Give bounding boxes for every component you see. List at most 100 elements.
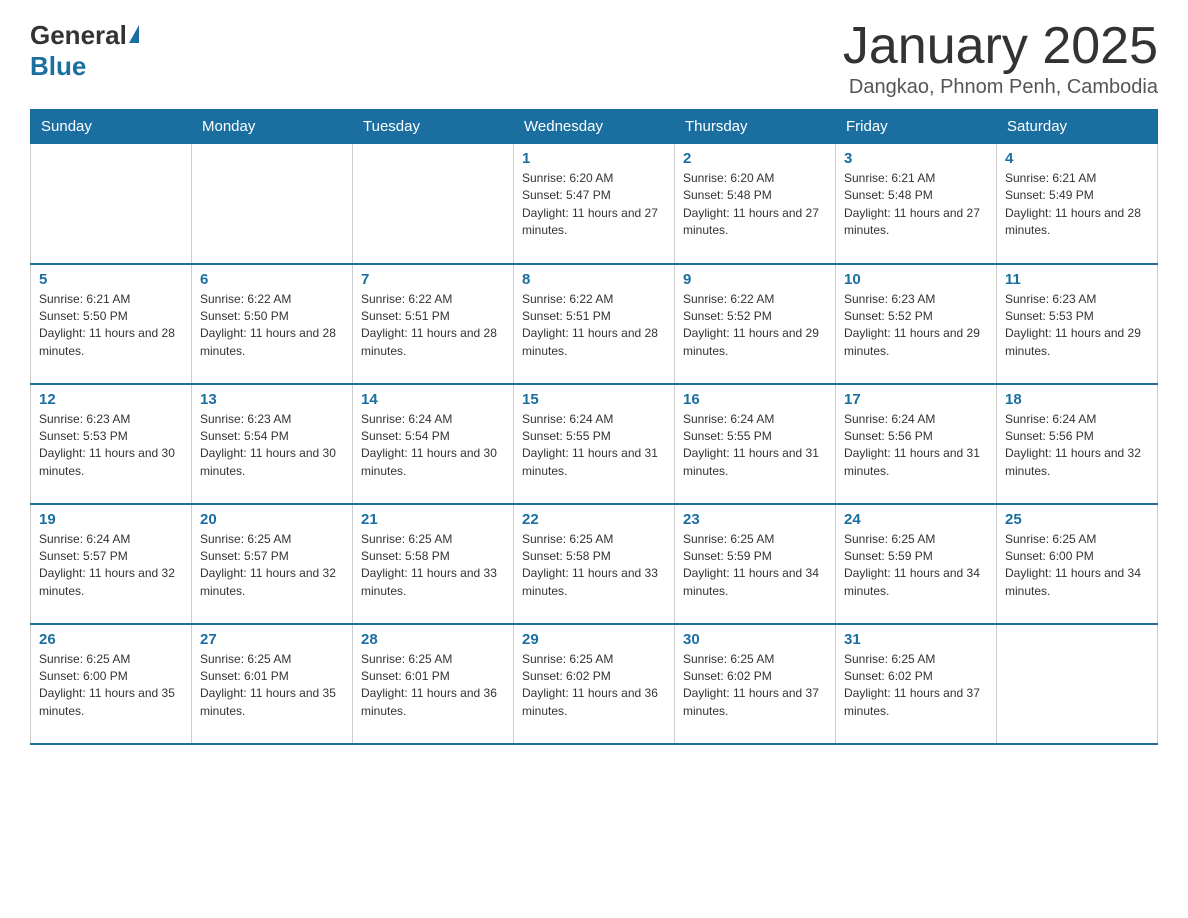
day-info: Sunrise: 6:20 AM Sunset: 5:48 PM Dayligh… [683,170,827,240]
calendar-cell: 10Sunrise: 6:23 AM Sunset: 5:52 PM Dayli… [836,264,997,384]
calendar-cell: 1 Sunrise: 6:20 AM Sunset: 5:47 PM Daylig… [514,144,675,264]
logo-general-text: General [30,20,127,51]
calendar-cell: 27 Sunrise: 6:25 AM Sunset: 6:01 PM Dayli… [192,624,353,744]
day-info: Sunrise: 6:25 AM Sunset: 6:02 PM Dayligh… [844,651,988,721]
calendar-cell: 11Sunrise: 6:23 AM Sunset: 5:53 PM Dayli… [997,264,1158,384]
day-number: 1 [522,150,666,167]
day-info: Sunrise: 6:24 AM Sunset: 5:56 PM Dayligh… [844,411,988,481]
calendar-cell [997,624,1158,744]
calendar-cell: 12 Sunrise: 6:23 AM Sunset: 5:53 PM Dayli… [31,384,192,504]
day-info: Sunrise: 6:24 AM Sunset: 5:55 PM Dayligh… [683,411,827,481]
calendar-cell: 6Sunrise: 6:22 AM Sunset: 5:50 PM Daylig… [192,264,353,384]
day-number: 23 [683,511,827,528]
day-of-week-header: Tuesday [353,110,514,144]
day-number: 8 [522,271,666,288]
calendar-week-row: 12 Sunrise: 6:23 AM Sunset: 5:53 PM Dayli… [31,384,1158,504]
calendar-cell [31,144,192,264]
calendar-week-row: 19 Sunrise: 6:24 AM Sunset: 5:57 PM Dayli… [31,504,1158,624]
calendar-cell: 9 Sunrise: 6:22 AM Sunset: 5:52 PM Daylig… [675,264,836,384]
calendar-cell: 7 Sunrise: 6:22 AM Sunset: 5:51 PM Daylig… [353,264,514,384]
calendar-cell: 20Sunrise: 6:25 AM Sunset: 5:57 PM Dayli… [192,504,353,624]
day-info: Sunrise: 6:21 AM Sunset: 5:50 PM Dayligh… [39,291,183,361]
day-number: 27 [200,631,344,648]
day-number: 19 [39,511,183,528]
day-of-week-header: Sunday [31,110,192,144]
calendar-header-row: SundayMondayTuesdayWednesdayThursdayFrid… [31,110,1158,144]
day-number: 13 [200,391,344,408]
day-of-week-header: Thursday [675,110,836,144]
day-of-week-header: Saturday [997,110,1158,144]
day-number: 14 [361,391,505,408]
calendar-week-row: 1 Sunrise: 6:20 AM Sunset: 5:47 PM Daylig… [31,144,1158,264]
calendar-cell: 18Sunrise: 6:24 AM Sunset: 5:56 PM Dayli… [997,384,1158,504]
day-number: 15 [522,391,666,408]
calendar-cell: 19 Sunrise: 6:24 AM Sunset: 5:57 PM Dayli… [31,504,192,624]
day-info: Sunrise: 6:25 AM Sunset: 5:59 PM Dayligh… [683,531,827,601]
calendar-cell: 29Sunrise: 6:25 AM Sunset: 6:02 PM Dayli… [514,624,675,744]
day-number: 24 [844,511,988,528]
calendar-cell: 3 Sunrise: 6:21 AM Sunset: 5:48 PM Daylig… [836,144,997,264]
day-number: 20 [200,511,344,528]
day-number: 29 [522,631,666,648]
day-info: Sunrise: 6:22 AM Sunset: 5:51 PM Dayligh… [361,291,505,361]
day-number: 16 [683,391,827,408]
day-info: Sunrise: 6:25 AM Sunset: 6:02 PM Dayligh… [683,651,827,721]
calendar-cell: 23 Sunrise: 6:25 AM Sunset: 5:59 PM Dayli… [675,504,836,624]
day-number: 22 [522,511,666,528]
calendar-cell: 24Sunrise: 6:25 AM Sunset: 5:59 PM Dayli… [836,504,997,624]
day-info: Sunrise: 6:21 AM Sunset: 5:48 PM Dayligh… [844,170,988,240]
calendar-cell: 15 Sunrise: 6:24 AM Sunset: 5:55 PM Dayli… [514,384,675,504]
calendar-cell: 4 Sunrise: 6:21 AM Sunset: 5:49 PM Daylig… [997,144,1158,264]
calendar-week-row: 5 Sunrise: 6:21 AM Sunset: 5:50 PM Daylig… [31,264,1158,384]
calendar-cell: 2Sunrise: 6:20 AM Sunset: 5:48 PM Daylig… [675,144,836,264]
day-number: 25 [1005,511,1149,528]
calendar-cell [192,144,353,264]
day-number: 12 [39,391,183,408]
month-year-title: January 2025 [843,20,1158,72]
day-number: 9 [683,271,827,288]
day-number: 5 [39,271,183,288]
day-info: Sunrise: 6:25 AM Sunset: 5:58 PM Dayligh… [522,531,666,601]
day-info: Sunrise: 6:24 AM Sunset: 5:57 PM Dayligh… [39,531,183,601]
calendar-cell: 30 Sunrise: 6:25 AM Sunset: 6:02 PM Dayli… [675,624,836,744]
day-info: Sunrise: 6:20 AM Sunset: 5:47 PM Dayligh… [522,170,666,240]
day-number: 7 [361,271,505,288]
calendar-cell: 25Sunrise: 6:25 AM Sunset: 6:00 PM Dayli… [997,504,1158,624]
day-info: Sunrise: 6:23 AM Sunset: 5:54 PM Dayligh… [200,411,344,481]
header: General Blue January 2025 Dangkao, Phnom… [30,20,1158,99]
calendar-cell: 13 Sunrise: 6:23 AM Sunset: 5:54 PM Dayli… [192,384,353,504]
day-info: Sunrise: 6:24 AM Sunset: 5:54 PM Dayligh… [361,411,505,481]
calendar-cell: 22 Sunrise: 6:25 AM Sunset: 5:58 PM Dayli… [514,504,675,624]
day-info: Sunrise: 6:25 AM Sunset: 6:00 PM Dayligh… [39,651,183,721]
day-of-week-header: Wednesday [514,110,675,144]
day-info: Sunrise: 6:24 AM Sunset: 5:55 PM Dayligh… [522,411,666,481]
logo-triangle-icon [129,25,139,43]
calendar-cell: 16 Sunrise: 6:24 AM Sunset: 5:55 PM Dayli… [675,384,836,504]
day-number: 3 [844,150,988,167]
calendar-table: SundayMondayTuesdayWednesdayThursdayFrid… [30,109,1158,745]
calendar-cell: 28Sunrise: 6:25 AM Sunset: 6:01 PM Dayli… [353,624,514,744]
day-of-week-header: Monday [192,110,353,144]
day-info: Sunrise: 6:25 AM Sunset: 6:01 PM Dayligh… [200,651,344,721]
day-info: Sunrise: 6:22 AM Sunset: 5:51 PM Dayligh… [522,291,666,361]
title-area: January 2025 Dangkao, Phnom Penh, Cambod… [843,20,1158,99]
logo: General Blue [30,20,141,82]
day-info: Sunrise: 6:25 AM Sunset: 5:58 PM Dayligh… [361,531,505,601]
day-info: Sunrise: 6:23 AM Sunset: 5:52 PM Dayligh… [844,291,988,361]
day-number: 30 [683,631,827,648]
day-info: Sunrise: 6:21 AM Sunset: 5:49 PM Dayligh… [1005,170,1149,240]
day-info: Sunrise: 6:23 AM Sunset: 5:53 PM Dayligh… [39,411,183,481]
day-number: 31 [844,631,988,648]
location-subtitle: Dangkao, Phnom Penh, Cambodia [843,76,1158,99]
calendar-cell: 8 Sunrise: 6:22 AM Sunset: 5:51 PM Daylig… [514,264,675,384]
calendar-cell: 17Sunrise: 6:24 AM Sunset: 5:56 PM Dayli… [836,384,997,504]
day-info: Sunrise: 6:22 AM Sunset: 5:52 PM Dayligh… [683,291,827,361]
calendar-cell [353,144,514,264]
day-info: Sunrise: 6:25 AM Sunset: 6:01 PM Dayligh… [361,651,505,721]
calendar-cell: 26 Sunrise: 6:25 AM Sunset: 6:00 PM Dayli… [31,624,192,744]
day-of-week-header: Friday [836,110,997,144]
day-info: Sunrise: 6:22 AM Sunset: 5:50 PM Dayligh… [200,291,344,361]
day-number: 4 [1005,150,1149,167]
day-number: 26 [39,631,183,648]
day-info: Sunrise: 6:23 AM Sunset: 5:53 PM Dayligh… [1005,291,1149,361]
